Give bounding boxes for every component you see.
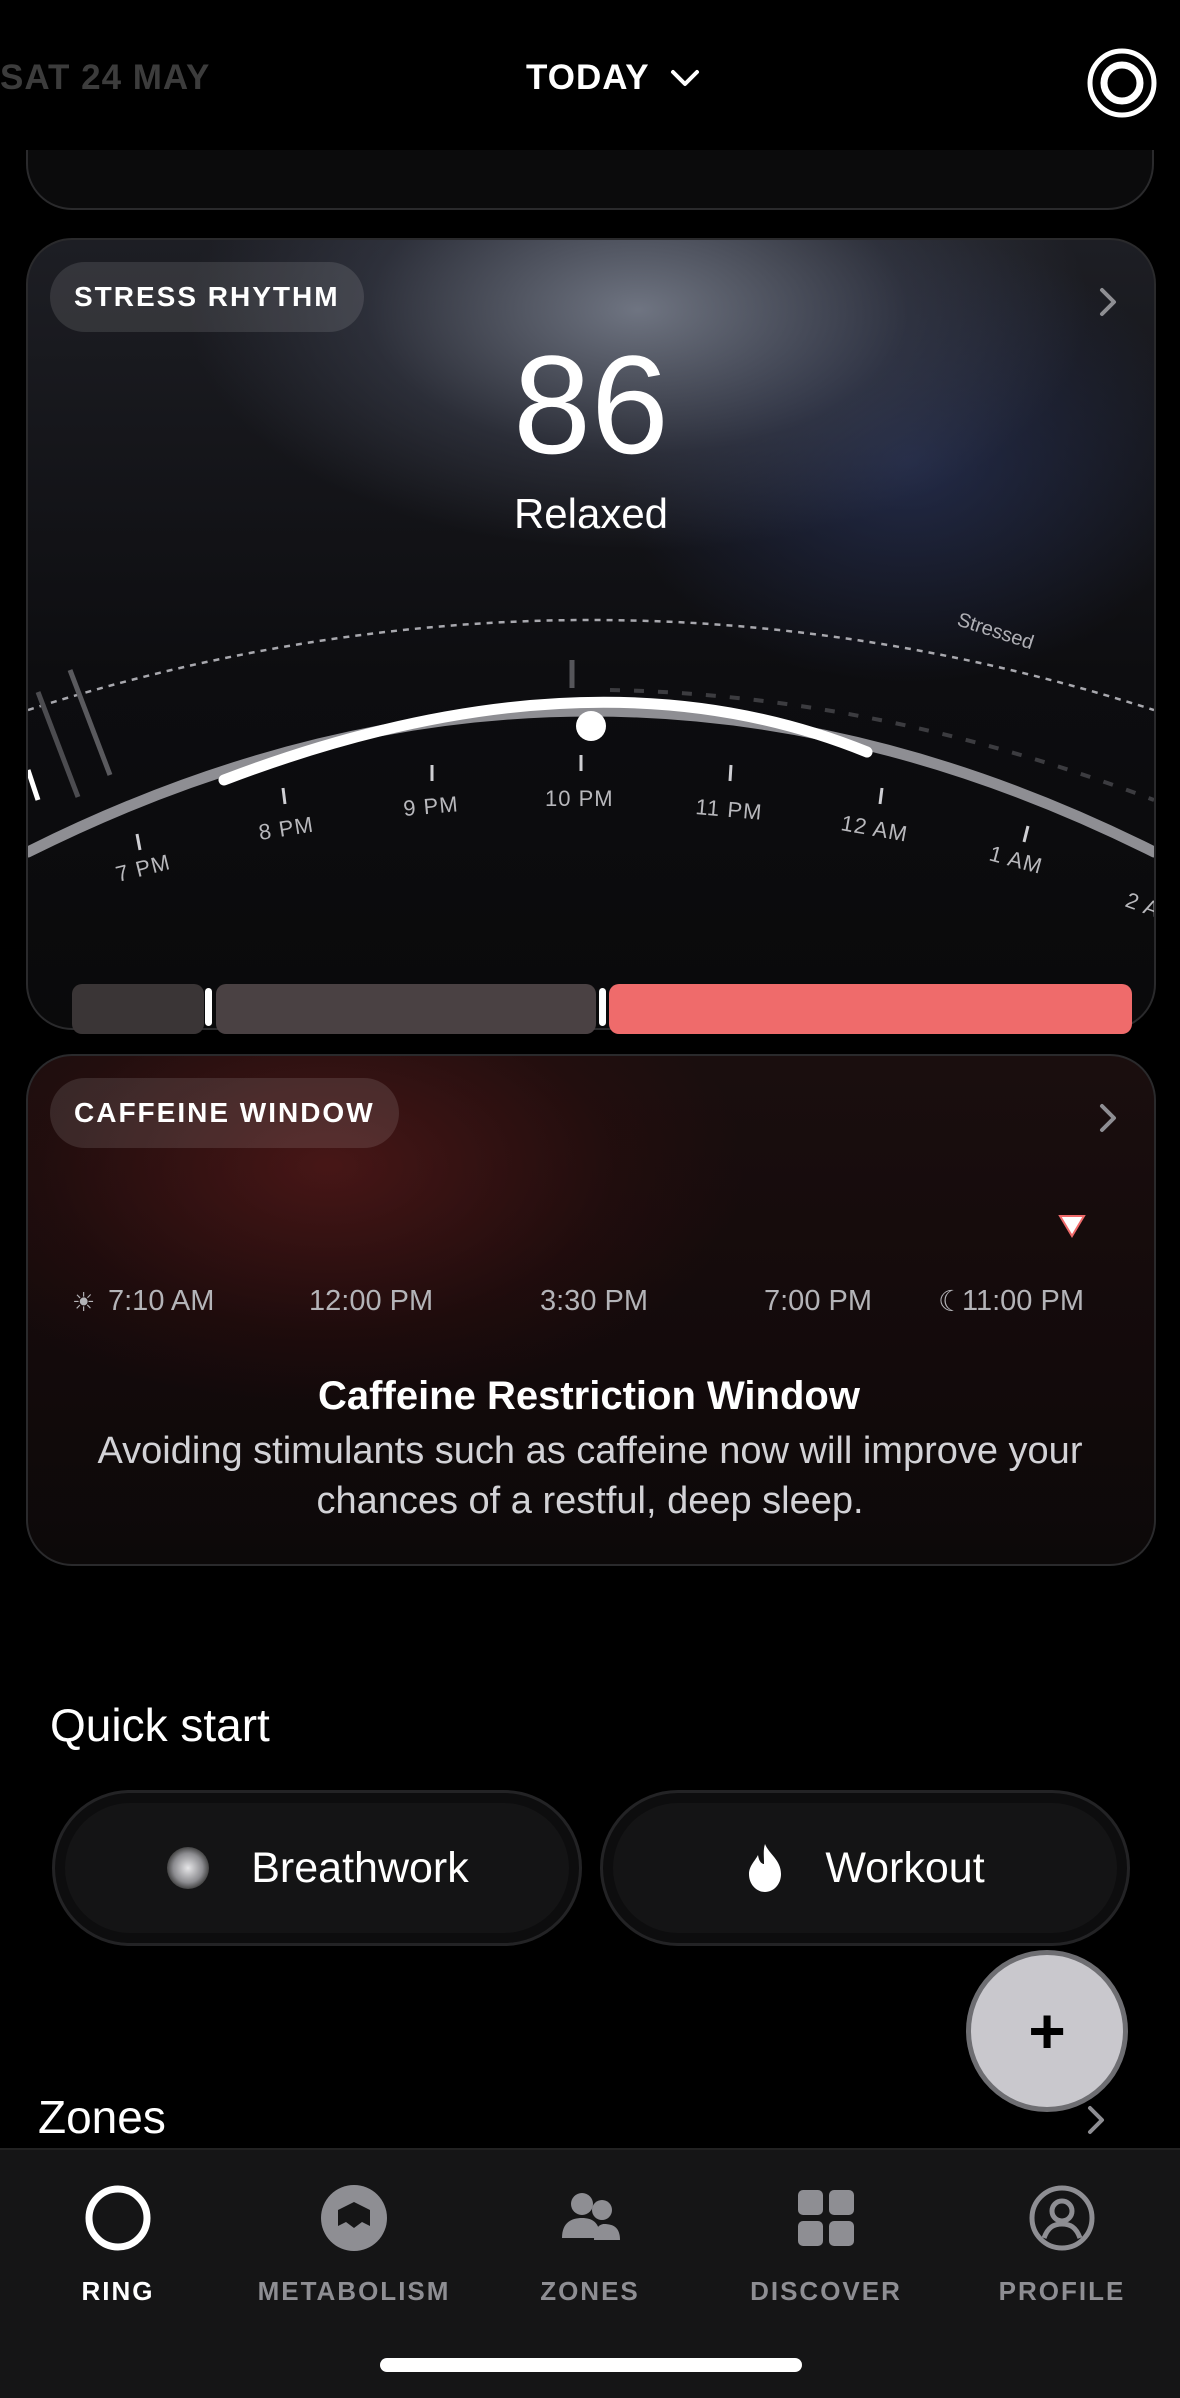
stressed-zone-label: Stressed	[954, 609, 1036, 654]
segment-divider	[599, 988, 606, 1026]
date-selector[interactable]: TODAY	[526, 58, 700, 98]
home-indicator[interactable]	[380, 2358, 802, 2372]
top-header: SAT 24 MAY TODAY	[0, 0, 1180, 150]
time-tick	[878, 787, 884, 805]
time-label: 1 AM	[987, 841, 1046, 879]
sunrise-icon: ☀	[72, 1287, 96, 1317]
time-label: 9 PM	[402, 791, 459, 821]
time-label: 12:00 PM	[309, 1285, 434, 1317]
tab-discover[interactable]: DISCOVER	[708, 2170, 944, 2320]
time-label: 12 AM	[839, 810, 910, 846]
workout-label: Workout	[825, 1843, 985, 1892]
breathwork-button[interactable]: Breathwork	[52, 1790, 582, 1946]
discover-icon	[798, 2190, 854, 2246]
tab-ring[interactable]: RING	[0, 2170, 236, 2320]
time-tick	[135, 833, 142, 851]
caffeine-window-title: CAFFEINE WINDOW	[50, 1078, 399, 1148]
today-label: TODAY	[526, 58, 650, 97]
tab-label: RING	[81, 2276, 155, 2306]
time-tick	[281, 787, 287, 805]
history-bar	[67, 669, 113, 776]
moon-icon: ☾	[938, 1286, 964, 1318]
workout-button[interactable]: Workout	[600, 1790, 1130, 1946]
breathwork-icon	[167, 1847, 210, 1889]
caffeine-description: Avoiding stimulants such as caffeine now…	[97, 1430, 1083, 1522]
chevron-down-icon	[670, 70, 699, 86]
time-label: 7:00 PM	[764, 1285, 872, 1317]
restriction-segment	[609, 984, 1132, 1034]
bedtime-label: 11:00 PM	[962, 1285, 1084, 1317]
flame-icon	[749, 1844, 782, 1892]
midday-segment	[216, 984, 596, 1034]
time-label: 11 PM	[695, 794, 764, 825]
ring-status-icon[interactable]	[1086, 47, 1158, 119]
chevron-right-icon[interactable]	[1076, 2100, 1116, 2140]
add-button[interactable]: +	[966, 1950, 1128, 2112]
previous-date-label[interactable]: SAT 24 MAY	[0, 58, 210, 98]
segment-divider	[205, 988, 212, 1026]
stress-rhythm-chart: Stressed 7 PM 8 PM 9 PM 10 PM 11 PM 12 A…	[28, 609, 1154, 923]
current-time-marker-icon	[1058, 1215, 1086, 1238]
tab-profile[interactable]: PROFILE	[944, 2170, 1180, 2320]
chevron-right-icon[interactable]	[1088, 1098, 1128, 1138]
morning-segment	[72, 984, 204, 1034]
time-label: 2 A	[1122, 887, 1154, 922]
ring-icon	[85, 2185, 151, 2251]
history-bar	[28, 769, 41, 801]
plus-icon: +	[1028, 1995, 1066, 2067]
tab-label: METABOLISM	[257, 2276, 451, 2306]
zones-icon	[562, 2193, 620, 2240]
wake-time-label: 7:10 AM	[108, 1285, 215, 1317]
time-tick	[728, 764, 733, 782]
time-tick	[1022, 825, 1030, 843]
metabolism-icon	[321, 2185, 387, 2251]
current-marker	[576, 711, 606, 741]
time-label: 10 PM	[545, 786, 614, 811]
tab-zones[interactable]: ZONES	[472, 2170, 708, 2320]
zones-title: Zones	[38, 2091, 166, 2143]
tab-label: ZONES	[540, 2276, 640, 2306]
stress-rhythm-card[interactable]: STRESS RHYTHM 86 Relaxed Stressed 7 PM 8…	[26, 238, 1156, 1030]
tab-metabolism[interactable]: METABOLISM	[236, 2170, 472, 2320]
tab-label: PROFILE	[998, 2276, 1126, 2306]
time-label: 3:30 PM	[540, 1285, 648, 1317]
profile-icon	[1029, 2185, 1095, 2251]
quick-start-title: Quick start	[50, 1699, 270, 1751]
time-label: 8 PM	[257, 812, 316, 845]
time-label: 7 PM	[113, 849, 173, 887]
tab-label: DISCOVER	[750, 2276, 902, 2306]
breathwork-label: Breathwork	[251, 1843, 469, 1892]
caffeine-heading: Caffeine Restriction Window	[318, 1374, 860, 1418]
history-bar	[35, 691, 81, 798]
